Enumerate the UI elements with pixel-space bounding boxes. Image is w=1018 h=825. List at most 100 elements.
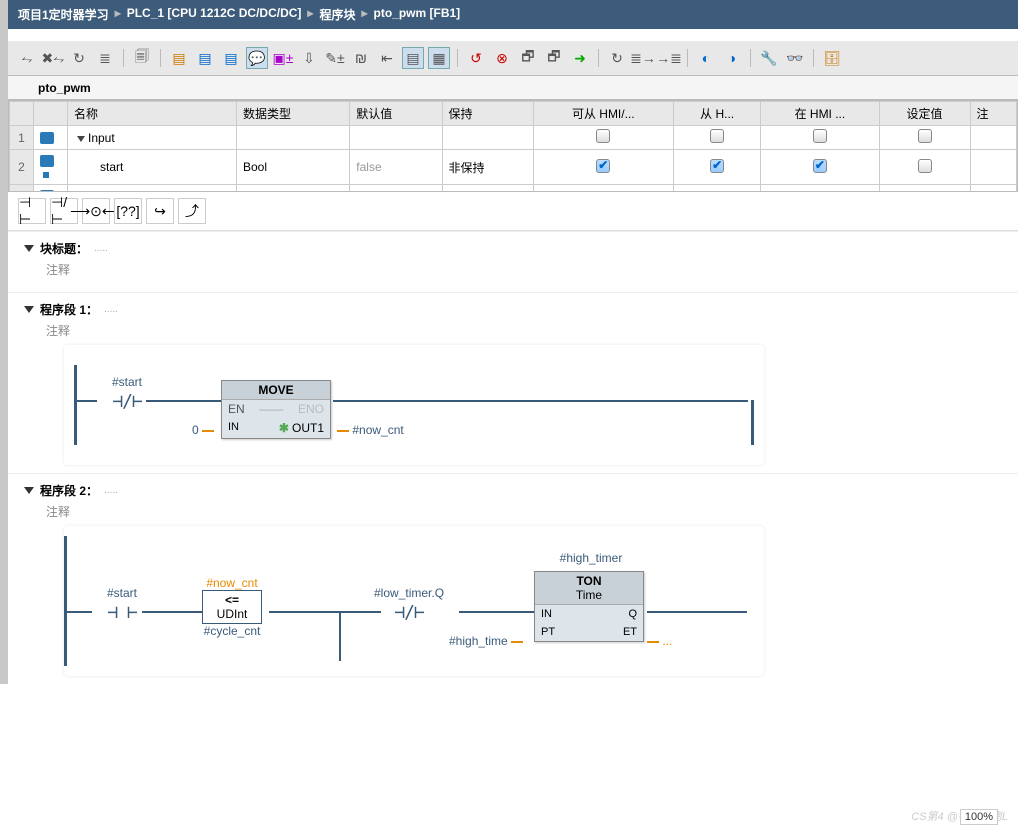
tool-icon[interactable]: →≣ — [658, 47, 680, 69]
compare-instruction[interactable]: #now_cnt <= UDInt #cycle_cnt — [202, 576, 262, 638]
zoom-indicator[interactable]: 100% — [960, 809, 998, 825]
table-row[interactable]: 2 start Bool false 非保持 — [10, 150, 1017, 185]
type-cell[interactable]: Bool — [237, 150, 350, 185]
tool-icon[interactable]: ✖⥊ — [42, 47, 64, 69]
default-cell[interactable]: T#0ms — [350, 185, 442, 193]
tool-icon[interactable]: ✎± — [324, 47, 346, 69]
tool-icon[interactable]: ▣± — [272, 47, 294, 69]
tool-icon[interactable]: ↺ — [465, 47, 487, 69]
tool-icon[interactable]: ₪ — [350, 47, 372, 69]
type-cell[interactable] — [237, 126, 350, 150]
move-instruction[interactable]: MOVE EN——ENO IN ✱ OUT1 — [221, 380, 331, 439]
crumb[interactable]: 项目1定时器学习 — [18, 6, 109, 23]
chevron-down-icon[interactable] — [24, 245, 34, 252]
col-header[interactable]: 数据类型 — [237, 102, 350, 126]
download-icon[interactable]: ⇩ — [298, 47, 320, 69]
col-header[interactable]: 可从 HMI/... — [533, 102, 673, 126]
network-1: 程序段 1： ..... 注释 #start ⊣/⊢ MOVE EN——ENO … — [8, 292, 1018, 473]
timer-instance-label[interactable]: #high_timer — [531, 551, 651, 565]
wrench-icon[interactable]: 🔧 — [758, 47, 780, 69]
ladder-canvas[interactable]: #start ⊣ ⊢ #now_cnt <= UDInt #cycle_cnt … — [64, 526, 764, 676]
ton-instruction[interactable]: TONTime INQ PTET — [534, 571, 644, 642]
comment-field[interactable]: 注释 — [46, 322, 1002, 339]
tool-icon[interactable]: ▤ — [220, 47, 242, 69]
col-header[interactable]: 在 HMI ... — [761, 102, 879, 126]
network-title[interactable]: 程序段 2： — [40, 482, 98, 499]
hmi-cell[interactable] — [533, 126, 673, 150]
col-header[interactable]: 保持 — [442, 102, 533, 126]
hmi-cell[interactable] — [761, 126, 879, 150]
table-row[interactable]: 1 Input — [10, 126, 1017, 150]
table-row[interactable]: 3 high_time Time T#0ms 非保持 — [10, 185, 1017, 193]
chevron-down-icon[interactable] — [24, 487, 34, 494]
tool-icon[interactable]: ⥊ — [16, 47, 38, 69]
box-icon[interactable]: [??] — [114, 198, 142, 224]
et-value[interactable]: ... — [647, 634, 672, 648]
tool-icon[interactable]: ➜ — [569, 47, 591, 69]
in-value[interactable]: 0 — [192, 423, 214, 437]
set-cell[interactable] — [879, 126, 970, 150]
tool-icon[interactable]: ≣ — [94, 47, 116, 69]
tool-icon[interactable]: ◑ — [721, 47, 743, 69]
branch-close-icon[interactable]: ⤴ — [178, 198, 206, 224]
branch-icon[interactable]: ↪ — [146, 198, 174, 224]
type-cell[interactable]: Time — [237, 185, 350, 193]
tool-icon[interactable]: ≣→ — [632, 47, 654, 69]
set-cell[interactable] — [879, 185, 970, 193]
tool-icon[interactable]: ▦ — [428, 47, 450, 69]
crumb[interactable]: PLC_1 [CPU 1212C DC/DC/DC] — [127, 6, 302, 23]
hmi-cell[interactable] — [533, 185, 673, 193]
comment-field[interactable]: 注释 — [46, 503, 1002, 520]
col-header[interactable]: 注 — [970, 102, 1017, 126]
col-header[interactable]: 默认值 — [350, 102, 442, 126]
comment-field[interactable]: 注释 — [46, 261, 1002, 278]
col-header[interactable]: 设定值 — [879, 102, 970, 126]
out-value[interactable]: #now_cnt — [337, 423, 404, 437]
glasses-icon[interactable]: 👓 — [784, 47, 806, 69]
section-title[interactable]: 块标题： — [40, 240, 88, 257]
no-contact[interactable]: #start ⊣ ⊢ — [92, 586, 152, 623]
tool-icon[interactable]: ▤ — [168, 47, 190, 69]
retain-cell[interactable] — [442, 126, 533, 150]
default-cell[interactable]: false — [350, 150, 442, 185]
tool-icon[interactable]: ▤ — [402, 47, 424, 69]
comment-icon[interactable]: 💬 — [246, 47, 268, 69]
col-header[interactable] — [34, 102, 68, 126]
retain-cell[interactable]: 非保持 — [442, 185, 533, 193]
col-header[interactable]: 从 H... — [674, 102, 761, 126]
col-header[interactable] — [10, 102, 34, 126]
set-cell[interactable] — [879, 150, 970, 185]
pt-value[interactable]: #high_time — [449, 634, 523, 648]
retain-cell[interactable]: 非保持 — [442, 150, 533, 185]
hmi-cell[interactable] — [761, 150, 879, 185]
name-cell[interactable]: start — [68, 150, 237, 185]
ladder-canvas[interactable]: #start ⊣/⊢ MOVE EN——ENO IN ✱ OUT1 0 #now… — [64, 345, 764, 465]
tool-icon[interactable]: ⊗ — [491, 47, 513, 69]
hmi-cell[interactable] — [761, 185, 879, 193]
tool-icon[interactable]: 🗗 — [517, 47, 539, 69]
hmi-cell[interactable] — [674, 185, 761, 193]
tool-icon[interactable]: ↻ — [606, 47, 628, 69]
tool-icon[interactable]: ⇤ — [376, 47, 398, 69]
hmi-cell[interactable] — [674, 150, 761, 185]
tool-icon[interactable]: ▤ — [194, 47, 216, 69]
crumb[interactable]: 程序块 — [319, 6, 355, 23]
network-title[interactable]: 程序段 1： — [40, 301, 98, 318]
contact-no-icon[interactable]: ⊣ ⊢ — [18, 198, 46, 224]
hmi-cell[interactable] — [533, 150, 673, 185]
chevron-down-icon[interactable] — [24, 306, 34, 313]
col-header[interactable]: 名称 — [68, 102, 237, 126]
nc-contact[interactable]: #low_timer.Q ⊣/⊢ — [374, 586, 444, 623]
crumb[interactable]: pto_pwm [FB1] — [374, 6, 461, 23]
name-cell[interactable]: Input — [68, 126, 237, 150]
tool-icon[interactable]: ◐ — [695, 47, 717, 69]
nc-contact[interactable]: #start ⊣/⊢ — [97, 375, 157, 412]
copy-icon[interactable]: 🗐 — [131, 47, 153, 69]
tool-icon[interactable]: 🗗 — [543, 47, 565, 69]
hmi-cell[interactable] — [674, 126, 761, 150]
tool-icon[interactable]: 🗄 — [821, 47, 843, 69]
refresh-icon[interactable]: ↻ — [68, 47, 90, 69]
default-cell[interactable] — [350, 126, 442, 150]
coil-icon[interactable]: ⟶⊙⟵ — [82, 198, 110, 224]
name-cell[interactable]: high_time — [68, 185, 237, 193]
